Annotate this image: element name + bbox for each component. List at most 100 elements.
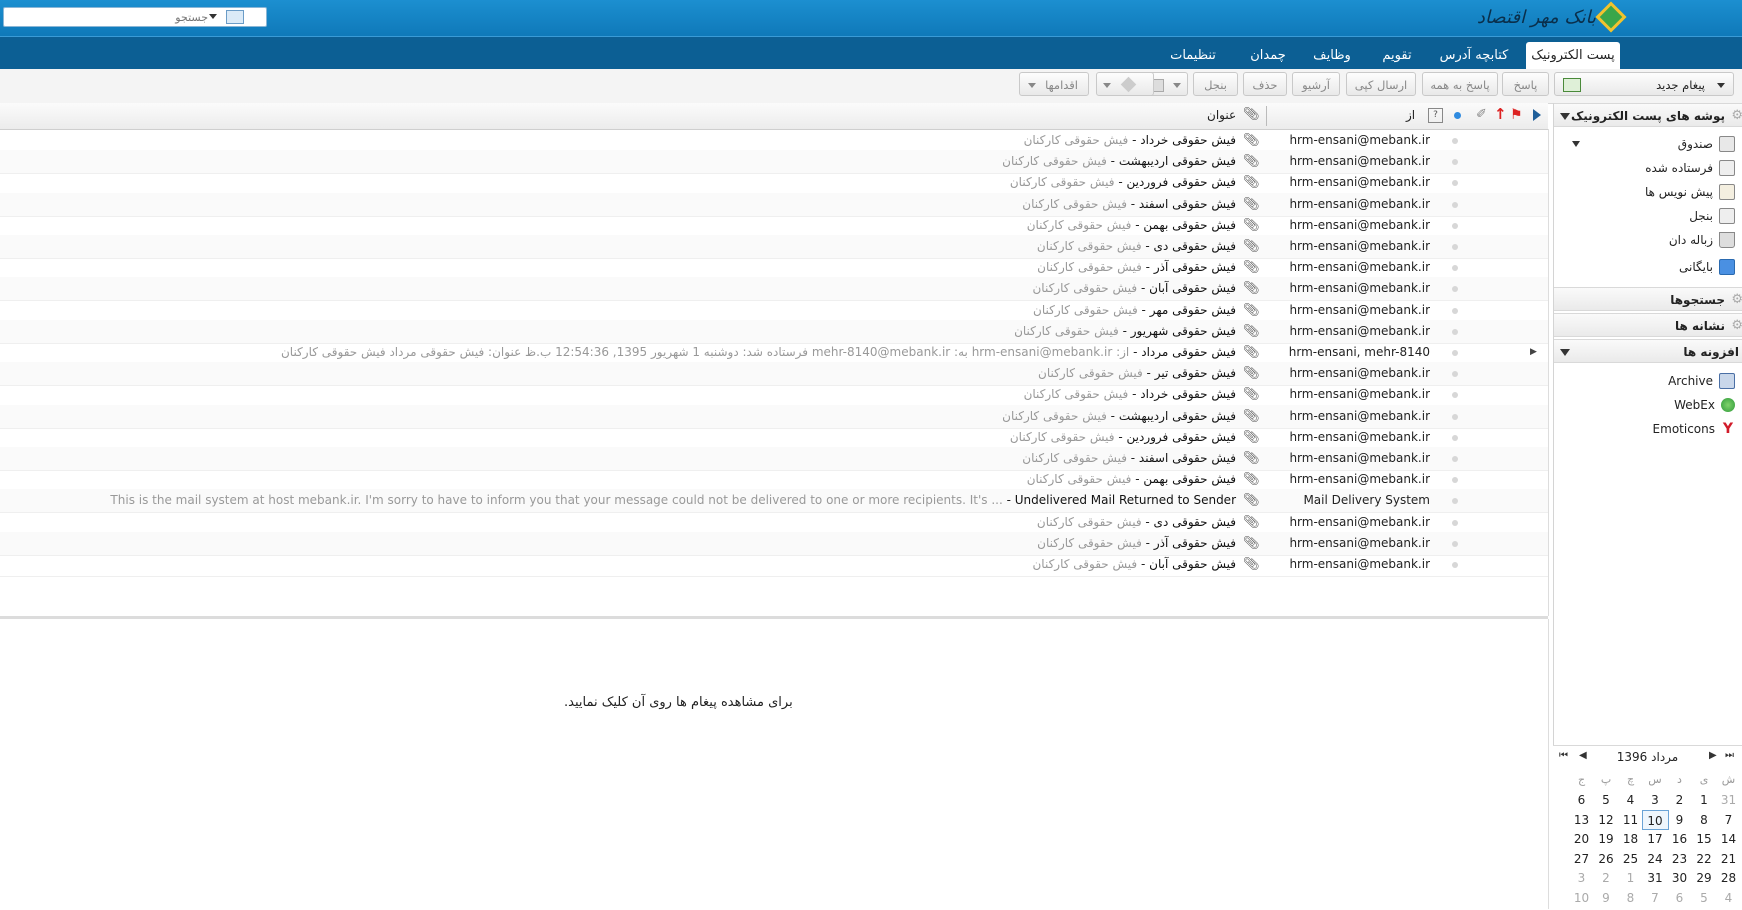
searches-gear-icon[interactable]: ⚙ xyxy=(1731,288,1742,312)
calendar-day[interactable]: 1 xyxy=(1691,790,1718,810)
calendar-day[interactable]: 30 xyxy=(1666,868,1693,888)
unread-dot-icon[interactable] xyxy=(1452,519,1458,526)
unread-dot-icon[interactable] xyxy=(1452,265,1458,272)
unread-dot-icon[interactable] xyxy=(1452,477,1458,484)
calendar-day[interactable]: 31 xyxy=(1715,790,1742,810)
calendar-day[interactable]: 29 xyxy=(1691,868,1718,888)
unread-dot-icon[interactable] xyxy=(1452,244,1458,250)
next-month-icon[interactable]: ▶︎ xyxy=(1709,750,1717,761)
zimlets-header[interactable]: افزونه ها xyxy=(1554,339,1742,363)
read-status-column-icon[interactable] xyxy=(1454,112,1461,119)
unread-dot-icon[interactable] xyxy=(1452,328,1458,335)
calendar-day[interactable]: 8 xyxy=(1691,810,1718,830)
mail-search-type-icon[interactable] xyxy=(226,10,244,24)
calendar-day[interactable]: 14 xyxy=(1715,829,1742,849)
calendar-day[interactable]: 8 xyxy=(1617,888,1644,908)
folder-inbox[interactable]: صندوق xyxy=(1572,133,1735,155)
calendar-day[interactable]: 31 xyxy=(1642,868,1669,888)
tags-gear-icon[interactable]: ⚙ xyxy=(1731,314,1742,338)
archive-button[interactable]: آرشیو xyxy=(1292,72,1340,96)
reply-button[interactable]: پاسخ xyxy=(1502,72,1549,96)
calendar-day[interactable]: 17 xyxy=(1642,829,1669,849)
print-dropdown-icon[interactable] xyxy=(1173,83,1181,88)
calendar-day[interactable]: 16 xyxy=(1666,829,1693,849)
forward-button[interactable]: ارسال کپی xyxy=(1346,72,1416,96)
attachment-column-icon[interactable]: 📎︎ xyxy=(1243,107,1260,122)
unread-dot-icon[interactable] xyxy=(1452,180,1458,187)
calendar-day[interactable]: 6 xyxy=(1666,888,1693,908)
calendar-day[interactable]: 9 xyxy=(1666,810,1693,830)
calendar-day[interactable]: 1 xyxy=(1617,868,1644,888)
unread-dot-icon[interactable] xyxy=(1452,159,1458,166)
unread-dot-icon[interactable] xyxy=(1452,392,1458,399)
zimlet-archive[interactable]: Archive xyxy=(1668,370,1735,392)
searches-header[interactable]: ⚙ جستجوها xyxy=(1554,287,1742,311)
tab-calendar[interactable]: تقویم xyxy=(1370,42,1424,70)
unread-dot-icon[interactable] xyxy=(1452,540,1458,547)
unread-dot-icon[interactable] xyxy=(1452,307,1458,314)
tag-column-icon[interactable]: ✐ xyxy=(1476,107,1487,122)
tag-dropdown-icon[interactable] xyxy=(1103,83,1111,88)
delete-button[interactable]: حذف xyxy=(1243,72,1287,96)
tags-header[interactable]: ⚙ نشانه ها xyxy=(1554,313,1742,337)
zimlet-webex[interactable]: WebEx xyxy=(1674,394,1735,416)
collapse-arrow-icon[interactable] xyxy=(1560,113,1570,120)
mail-folders-header[interactable]: ⚙ پوشه های پست الکترونیک xyxy=(1554,103,1742,127)
new-message-button[interactable]: پیغام جدید xyxy=(1554,72,1734,96)
calendar-day[interactable]: 24 xyxy=(1642,849,1669,869)
tab-address-book[interactable]: کتابچه آدرس xyxy=(1431,42,1517,70)
calendar-day[interactable]: 11 xyxy=(1617,810,1644,830)
folder-archive[interactable]: بایگانی xyxy=(1679,256,1735,278)
calendar-day[interactable]: 7 xyxy=(1642,888,1669,908)
calendar-day[interactable]: 27 xyxy=(1568,849,1595,869)
calendar-day[interactable]: 2 xyxy=(1666,790,1693,810)
calendar-day[interactable]: 2 xyxy=(1593,868,1620,888)
inbox-expand-icon[interactable] xyxy=(1572,141,1580,147)
tab-tasks[interactable]: وظایف xyxy=(1305,42,1359,70)
unread-dot-icon[interactable] xyxy=(1452,222,1458,229)
from-column-header[interactable]: از xyxy=(1406,108,1415,122)
unread-dot-icon[interactable] xyxy=(1452,413,1458,420)
unread-dot-icon[interactable] xyxy=(1452,201,1458,208)
subject-column-header[interactable]: عنوان xyxy=(1207,108,1236,122)
junk-button[interactable]: بنجل xyxy=(1193,72,1238,96)
unread-dot-icon[interactable] xyxy=(1452,138,1458,144)
calendar-day[interactable]: 4 xyxy=(1715,888,1742,908)
message-row[interactable]: hrm-ensani@mebank.ir 📎︎ فیش حقوقی آبان - ف… xyxy=(0,553,1548,577)
calendar-day[interactable]: 22 xyxy=(1691,849,1718,869)
chevron-down-icon[interactable] xyxy=(209,14,217,19)
calendar-day[interactable]: 20 xyxy=(1568,829,1595,849)
calendar-day[interactable]: 21 xyxy=(1715,849,1742,869)
tab-briefcase[interactable]: چمدان xyxy=(1241,42,1295,70)
actions-button[interactable]: اقدامها xyxy=(1019,72,1089,96)
new-message-dropdown-icon[interactable] xyxy=(1717,83,1725,88)
search-box[interactable]: 🔍︎ xyxy=(3,7,267,27)
calendar-day[interactable]: 10 xyxy=(1641,809,1669,830)
calendar-day[interactable]: 9 xyxy=(1593,888,1620,908)
calendar-day[interactable]: 6 xyxy=(1568,790,1595,810)
calendar-day[interactable]: 18 xyxy=(1617,829,1644,849)
unread-dot-icon[interactable] xyxy=(1452,562,1458,568)
search-input[interactable] xyxy=(13,9,208,25)
message-list[interactable]: hrm-ensani@mebank.ir 📎︎ فیش حقوقی خرداد - … xyxy=(0,129,1549,616)
calendar-day[interactable]: 10 xyxy=(1568,888,1595,908)
calendar-day[interactable]: 23 xyxy=(1666,849,1693,869)
calendar-day[interactable]: 3 xyxy=(1642,790,1669,810)
reply-all-button[interactable]: پاسخ به همه xyxy=(1422,72,1498,96)
calendar-day[interactable]: 25 xyxy=(1617,849,1644,869)
calendar-day[interactable]: 4 xyxy=(1617,790,1644,810)
calendar-day[interactable]: 15 xyxy=(1691,829,1718,849)
tab-mail[interactable]: پست الکترونیک xyxy=(1526,42,1620,70)
zimlets-collapse-icon[interactable] xyxy=(1560,349,1570,356)
flag-column-icon[interactable]: ⚑ xyxy=(1510,107,1523,123)
calendar-day[interactable]: 5 xyxy=(1691,888,1718,908)
unknown-status-icon[interactable]: ? xyxy=(1428,108,1443,123)
tab-preferences[interactable]: تنظیمات xyxy=(1163,42,1223,70)
zimlet-emoticons[interactable]: Y Emoticons xyxy=(1653,418,1735,440)
actions-dropdown-icon[interactable] xyxy=(1028,83,1036,88)
unread-dot-icon[interactable] xyxy=(1452,498,1458,505)
unread-dot-icon[interactable] xyxy=(1452,371,1458,378)
calendar-day[interactable]: 3 xyxy=(1568,868,1595,888)
gear-icon[interactable]: ⚙ xyxy=(1731,104,1742,128)
sort-arrow-icon[interactable] xyxy=(1533,109,1541,121)
